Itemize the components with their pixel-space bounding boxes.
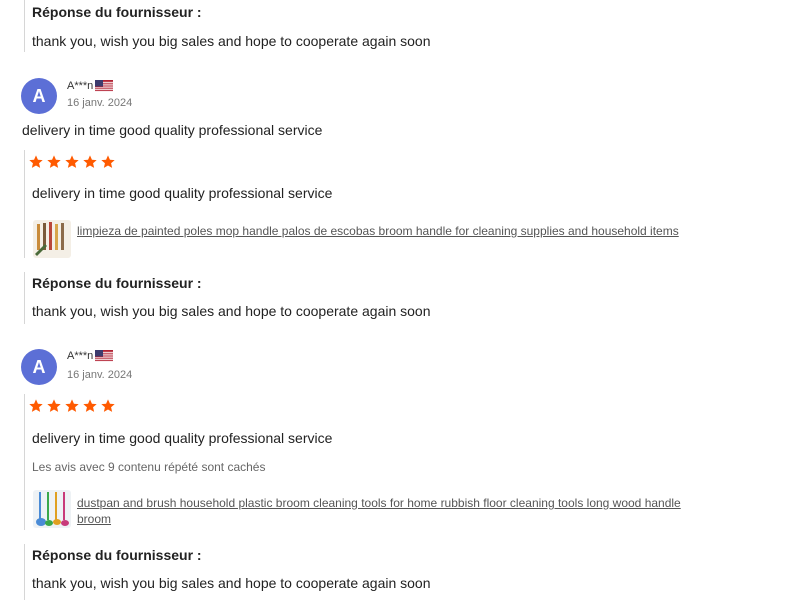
product-thumbnail[interactable] <box>33 220 71 258</box>
reply-label: Réponse du fournisseur : <box>32 547 202 563</box>
reply-text: thank you, wish you big sales and hope t… <box>32 33 431 49</box>
reply-label: Réponse du fournisseur : <box>32 275 202 291</box>
reviewer-name: A***n <box>67 350 94 362</box>
us-flag-icon <box>95 350 114 362</box>
star-icon <box>65 155 79 168</box>
reply-border <box>24 272 25 324</box>
reply-label: Réponse du fournisseur : <box>32 4 202 20</box>
review-date: 16 janv. 2024 <box>67 97 133 109</box>
star-icon <box>101 155 115 168</box>
review-summary: delivery in time good quality profession… <box>22 122 323 138</box>
review-text: delivery in time good quality profession… <box>32 185 333 201</box>
reply-border <box>24 0 25 52</box>
review-text: delivery in time good quality profession… <box>32 430 333 446</box>
reply-border <box>24 544 25 600</box>
star-icon <box>83 399 97 412</box>
review-border <box>24 394 25 530</box>
star-icon <box>47 155 61 168</box>
avatar: A <box>21 78 57 114</box>
review-date: 16 janv. 2024 <box>67 369 133 381</box>
us-flag-icon <box>95 80 114 92</box>
reviewer-name-row: A***n <box>67 350 114 362</box>
product-thumbnail[interactable] <box>33 490 71 528</box>
star-rating <box>28 154 116 170</box>
star-icon <box>101 399 115 412</box>
star-icon <box>29 399 43 412</box>
reply-text: thank you, wish you big sales and hope t… <box>32 575 431 591</box>
hidden-reviews-note: Les avis avec 9 contenu répété sont cach… <box>32 460 266 474</box>
product-link[interactable]: limpieza de painted poles mop handle pal… <box>77 223 717 239</box>
avatar: A <box>21 349 57 385</box>
review-border <box>24 150 25 258</box>
reviewer-name: A***n <box>67 80 94 92</box>
reply-text: thank you, wish you big sales and hope t… <box>32 303 431 319</box>
star-icon <box>65 399 79 412</box>
product-link[interactable]: dustpan and brush household plastic broo… <box>77 495 717 527</box>
star-icon <box>47 399 61 412</box>
star-icon <box>83 155 97 168</box>
star-icon <box>29 155 43 168</box>
star-rating <box>28 398 116 414</box>
reviewer-name-row: A***n <box>67 80 114 92</box>
